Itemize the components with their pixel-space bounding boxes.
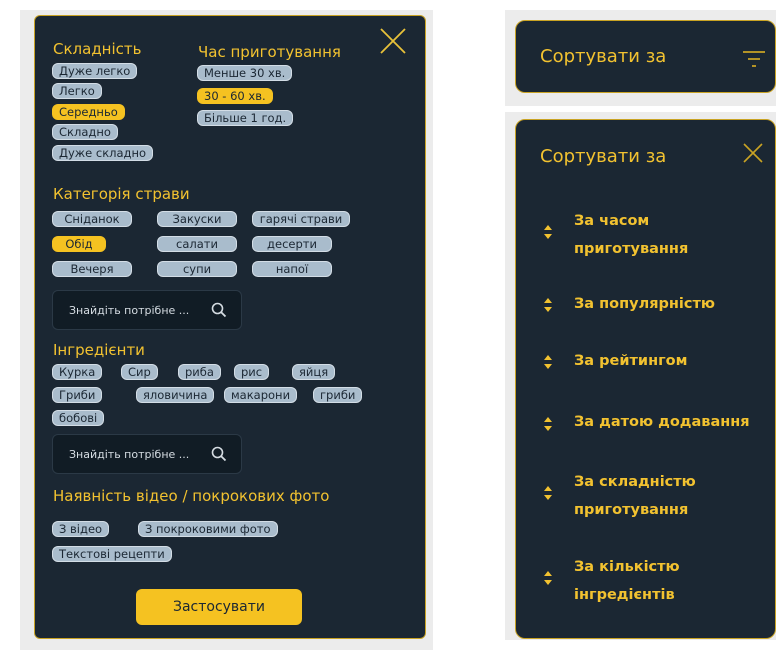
media-option[interactable]: Текстові рецепти — [52, 546, 172, 562]
difficulty-option[interactable]: Легко — [52, 83, 102, 99]
sort-option-label: приготування — [574, 502, 689, 518]
ingredient-option[interactable]: Курка — [52, 364, 103, 380]
difficulty-option[interactable]: Складно — [52, 124, 118, 140]
category-option[interactable]: Закуски — [157, 211, 237, 227]
ingredient-option[interactable]: рис — [234, 364, 270, 380]
apply-button[interactable]: Застосувати — [136, 589, 302, 625]
media-option[interactable]: З покроковими фото — [138, 521, 278, 537]
sort-arrows-icon — [544, 355, 552, 369]
filter-lines-icon[interactable] — [742, 49, 766, 69]
difficulty-option[interactable]: Середньо — [52, 104, 125, 120]
sort-option-label: За датою додавання — [574, 414, 750, 430]
search-icon[interactable] — [211, 446, 227, 462]
close-icon[interactable] — [742, 142, 764, 164]
sort-option-label: За популярністю — [574, 296, 715, 312]
sort-option-label: інгредієнтів — [574, 587, 675, 603]
category-option[interactable]: супи — [157, 261, 237, 277]
difficulty-option[interactable]: Дуже легко — [52, 63, 138, 79]
search-icon[interactable] — [211, 302, 227, 318]
ingredient-option[interactable]: риба — [178, 364, 221, 380]
search-placeholder: Знайдіть потрібне ... — [69, 448, 190, 461]
cook-time-option[interactable]: Більше 1 год. — [197, 110, 294, 126]
close-icon[interactable] — [378, 26, 408, 56]
category-title: Категорія страви — [53, 185, 190, 203]
sort-option-label: За складністю — [574, 474, 696, 490]
sort-option-label: За часом — [574, 213, 650, 229]
search-placeholder: Знайдіть потрібне ... — [69, 304, 190, 317]
category-option[interactable]: салати — [157, 236, 237, 252]
category-option[interactable]: Сніданок — [52, 211, 132, 227]
ingredient-option[interactable]: яловичина — [136, 387, 215, 403]
category-option[interactable]: Обід — [52, 236, 106, 252]
cook-time-title: Час приготування — [198, 43, 341, 61]
category-option[interactable]: десерти — [252, 236, 332, 252]
cook-time-option[interactable]: 30 - 60 хв. — [197, 88, 273, 104]
sort-option-label: За рейтингом — [574, 353, 688, 369]
ingredients-title: Інгредієнти — [53, 341, 145, 359]
category-option[interactable]: Вечеря — [52, 261, 132, 277]
sort-collapsed-bar[interactable]: Сортувати за — [515, 20, 776, 93]
ingredient-option[interactable]: гриби — [313, 387, 363, 403]
sort-option-label: За кількістю — [574, 559, 680, 575]
ingredient-option[interactable]: яйця — [292, 364, 336, 380]
ingredient-option[interactable]: макарони — [224, 387, 298, 403]
category-option[interactable]: гарячі страви — [252, 211, 350, 227]
cook-time-option[interactable]: Менше 30 хв. — [197, 65, 293, 81]
sort-arrows-icon — [544, 225, 552, 239]
ingredient-option[interactable]: Сир — [121, 364, 158, 380]
sort-arrows-icon — [544, 571, 552, 585]
sort-arrows-icon — [544, 417, 552, 431]
ingredient-option[interactable]: Гриби — [52, 387, 103, 403]
search-input[interactable]: Знайдіть потрібне ... — [52, 290, 242, 330]
search-input[interactable]: Знайдіть потрібне ... — [52, 434, 242, 474]
ingredient-option[interactable]: бобові — [52, 410, 105, 426]
sort-arrows-icon — [544, 298, 552, 312]
category-option[interactable]: напої — [252, 261, 332, 277]
media-option[interactable]: З відео — [52, 521, 110, 537]
difficulty-title: Складність — [53, 40, 142, 58]
sort-title: Сортувати за — [540, 146, 667, 167]
sort-option-label: приготування — [574, 241, 689, 257]
media-title: Наявність відео / покрокових фото — [53, 487, 330, 505]
sort-arrows-icon — [544, 486, 552, 500]
difficulty-option[interactable]: Дуже складно — [52, 145, 154, 161]
sort-title: Сортувати за — [540, 46, 667, 67]
